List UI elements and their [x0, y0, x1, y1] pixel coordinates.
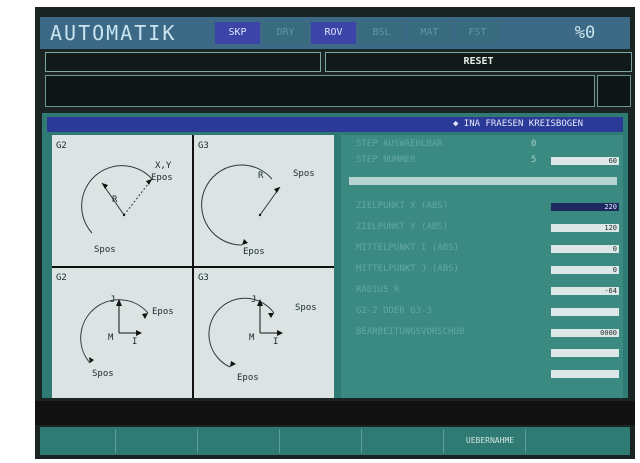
softkey-bar: UEBERNAHME — [40, 427, 630, 455]
q1-xy-label: X,Y — [155, 161, 172, 171]
param-field-center-j[interactable]: 0 — [551, 266, 619, 274]
tab-skp[interactable]: SKP — [215, 22, 260, 44]
q3-spos-label: Spos — [92, 369, 114, 379]
softkey-1[interactable] — [45, 429, 116, 453]
param-field-feed[interactable]: 0000 — [551, 329, 619, 337]
q4-code: G3 — [198, 273, 209, 283]
param-field-target-x[interactable]: 220 — [551, 203, 619, 211]
q3-m-label: M — [108, 333, 114, 343]
panel-title: ◆ INA FRAESEN KREISBOGEN — [452, 119, 583, 129]
q3-epos-label: Epos — [152, 307, 174, 317]
q4-spos-label: Spos — [295, 303, 317, 313]
q4-m-label: M — [249, 333, 255, 343]
arc-diagram-graphic — [52, 135, 334, 398]
tab-fst[interactable]: FST — [455, 22, 500, 44]
arc-diagrams: G2 X,Y Epos R Spos G3 Spos R Epos G2 J M… — [52, 135, 334, 398]
softkey-5[interactable] — [373, 429, 444, 453]
reset-field[interactable]: RESET — [325, 52, 632, 72]
q4-epos-label: Epos — [237, 373, 259, 383]
mode-title: AUTOMATIK — [50, 21, 177, 45]
parameter-list: STEP AUSWAEHLBAR 0 STEP NUMMER 5 60 ZIEL… — [341, 135, 623, 398]
param-label-radius: RADIUS R — [356, 285, 400, 295]
message-indicator — [597, 75, 631, 107]
param-label-feed: BEARBEITUNGSVORSCHUB — [356, 327, 465, 337]
param-field-direction[interactable] — [551, 308, 619, 316]
param-label-center-j: MITTELPUNKT J (ABS) — [356, 264, 459, 274]
param-field-step-number[interactable]: 60 — [551, 157, 619, 165]
progress-bar — [349, 177, 617, 185]
softkey-2[interactable] — [127, 429, 198, 453]
q3-j-label: J — [110, 295, 116, 305]
param-label-center-i: MITTELPUNKT I (ABS) — [356, 243, 459, 253]
param-field-radius[interactable]: -64 — [551, 287, 619, 295]
param-field-empty-2[interactable] — [551, 370, 619, 378]
tab-mat[interactable]: MAT — [407, 22, 452, 44]
q3-code: G2 — [56, 273, 67, 283]
param-label-target-y: ZIELPUNKT Y (ABS) — [356, 222, 449, 232]
param-field-center-i[interactable]: 0 — [551, 245, 619, 253]
softkey-uebernahme[interactable]: UEBERNAHME — [455, 429, 526, 453]
softkey-3[interactable] — [209, 429, 280, 453]
override-percent: %0 — [574, 23, 596, 43]
q3-i-label: I — [132, 337, 138, 347]
message-field — [45, 75, 595, 107]
q1-r-label: R — [112, 195, 118, 205]
param-field-target-y[interactable]: 120 — [551, 224, 619, 232]
bottom-black-bar — [35, 401, 635, 425]
tab-rov[interactable]: ROV — [311, 22, 356, 44]
q1-spos-label: Spos — [94, 245, 116, 255]
param-label-target-x: ZIELPUNKT X (ABS) — [356, 201, 449, 211]
q2-r-label: R — [258, 171, 264, 181]
param-label-direction: G2-2 ODER G3-3 — [356, 306, 432, 316]
cnc-screen: AUTOMATIK SKP DRY ROV BSL MAT FST %0 RES… — [35, 7, 635, 459]
param-label-step-number: STEP NUMMER — [356, 155, 416, 165]
param-value-step-select: 0 — [531, 139, 537, 149]
param-field-empty-1[interactable] — [551, 349, 619, 357]
panel-header: ◆ INA FRAESEN KREISBOGEN — [47, 117, 623, 132]
tab-bsl[interactable]: BSL — [359, 22, 404, 44]
q4-j-label: J — [251, 295, 257, 305]
tab-dry[interactable]: DRY — [263, 22, 308, 44]
param-label-step-select: STEP AUSWAEHLBAR — [356, 139, 443, 149]
param-value-step-number: 5 — [531, 155, 537, 165]
main-panel: ◆ INA FRAESEN KREISBOGEN G2 X,Y Epos R S… — [42, 113, 628, 398]
q4-i-label: I — [273, 337, 279, 347]
q1-code: G2 — [56, 141, 67, 151]
q2-spos-label: Spos — [293, 169, 315, 179]
status-field-left — [45, 52, 321, 72]
q1-epos-label: Epos — [151, 173, 173, 183]
q2-code: G3 — [198, 141, 209, 151]
q2-epos-label: Epos — [243, 247, 265, 257]
softkey-4[interactable] — [291, 429, 362, 453]
top-bar: AUTOMATIK SKP DRY ROV BSL MAT FST %0 — [40, 17, 630, 49]
softkey-7[interactable] — [537, 429, 625, 453]
